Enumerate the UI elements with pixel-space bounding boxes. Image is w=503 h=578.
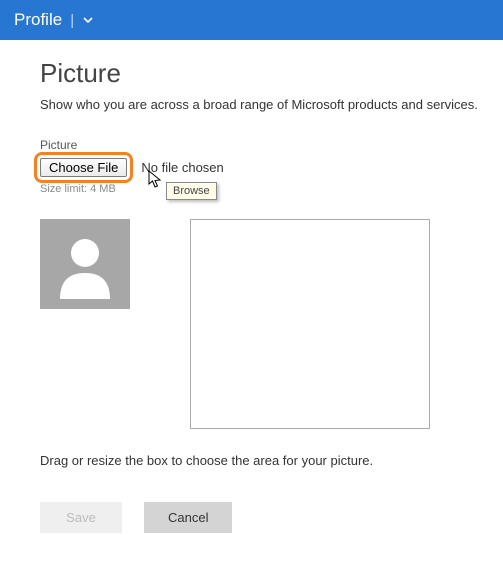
avatar-placeholder xyxy=(40,219,130,309)
cancel-button[interactable]: Cancel xyxy=(144,502,232,533)
button-row: Save Cancel xyxy=(40,502,503,533)
file-chooser-row: Choose File No file chosen Browse xyxy=(40,158,503,177)
content-area: Picture Show who you are across a broad … xyxy=(0,40,503,533)
page-header: Profile | xyxy=(0,0,503,40)
crop-area[interactable] xyxy=(190,219,430,429)
crop-help-text: Drag or resize the box to choose the are… xyxy=(40,453,503,468)
file-status-text: No file chosen xyxy=(141,160,223,175)
picture-field-label: Picture xyxy=(40,138,503,152)
header-divider: | xyxy=(70,12,74,29)
header-title: Profile xyxy=(14,10,62,30)
preview-area xyxy=(40,219,503,429)
size-limit-text: Size limit: 4 MB xyxy=(40,183,503,195)
person-silhouette-icon xyxy=(50,229,120,299)
chevron-down-icon xyxy=(82,14,94,26)
profile-dropdown-chevron[interactable] xyxy=(82,14,94,26)
choose-file-button[interactable]: Choose File xyxy=(40,158,127,177)
page-title: Picture xyxy=(40,58,503,89)
save-button: Save xyxy=(40,502,122,533)
page-description: Show who you are across a broad range of… xyxy=(40,97,503,112)
